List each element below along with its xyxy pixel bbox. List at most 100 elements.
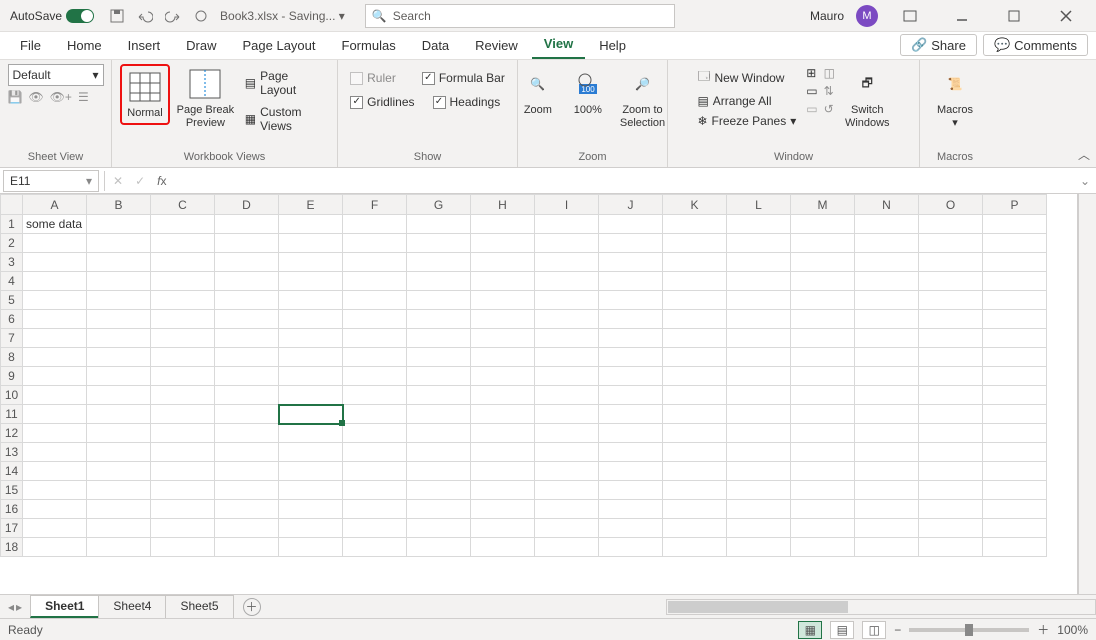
cell-G16[interactable]	[407, 500, 471, 519]
cell-E14[interactable]	[279, 462, 343, 481]
cell-M4[interactable]	[791, 272, 855, 291]
cell-E17[interactable]	[279, 519, 343, 538]
cell-C8[interactable]	[151, 348, 215, 367]
cell-O11[interactable]	[919, 405, 983, 424]
cell-N4[interactable]	[855, 272, 919, 291]
cell-P6[interactable]	[983, 310, 1047, 329]
cell-grid[interactable]: ABCDEFGHIJKLMNOP1some data23456789101112…	[0, 194, 1047, 557]
cell-O1[interactable]	[919, 215, 983, 234]
cell-A9[interactable]	[23, 367, 87, 386]
sheet-tab-sheet1[interactable]: Sheet1	[30, 595, 99, 618]
cell-C6[interactable]	[151, 310, 215, 329]
row-header-11[interactable]: 11	[1, 405, 23, 424]
comments-button[interactable]: 💬 Comments	[983, 34, 1088, 56]
sheet-tab-sheet4[interactable]: Sheet4	[98, 595, 166, 618]
cell-L15[interactable]	[727, 481, 791, 500]
cell-N11[interactable]	[855, 405, 919, 424]
cell-A10[interactable]	[23, 386, 87, 405]
col-header-D[interactable]: D	[215, 195, 279, 215]
cell-K7[interactable]	[663, 329, 727, 348]
row-header-7[interactable]: 7	[1, 329, 23, 348]
sheetview-dropdown[interactable]: Default▾	[8, 64, 104, 86]
cell-K17[interactable]	[663, 519, 727, 538]
cell-D6[interactable]	[215, 310, 279, 329]
row-header-10[interactable]: 10	[1, 386, 23, 405]
cell-E8[interactable]	[279, 348, 343, 367]
cell-L3[interactable]	[727, 253, 791, 272]
cell-L6[interactable]	[727, 310, 791, 329]
cell-L11[interactable]	[727, 405, 791, 424]
cell-P13[interactable]	[983, 443, 1047, 462]
cell-G5[interactable]	[407, 291, 471, 310]
cell-P7[interactable]	[983, 329, 1047, 348]
view-side-icon[interactable]: ◫	[824, 66, 835, 80]
cell-E11[interactable]	[279, 405, 343, 424]
cell-J11[interactable]	[599, 405, 663, 424]
cell-O3[interactable]	[919, 253, 983, 272]
col-header-L[interactable]: L	[727, 195, 791, 215]
cell-I15[interactable]	[535, 481, 599, 500]
enter-icon[interactable]: ✓	[129, 174, 151, 188]
cell-J4[interactable]	[599, 272, 663, 291]
cell-N6[interactable]	[855, 310, 919, 329]
row-header-8[interactable]: 8	[1, 348, 23, 367]
share-button[interactable]: 🔗 Share	[900, 34, 977, 56]
cell-I8[interactable]	[535, 348, 599, 367]
cell-L12[interactable]	[727, 424, 791, 443]
sheet-tab-sheet5[interactable]: Sheet5	[165, 595, 233, 618]
col-header-M[interactable]: M	[791, 195, 855, 215]
cell-M12[interactable]	[791, 424, 855, 443]
cell-A18[interactable]	[23, 538, 87, 557]
cell-H6[interactable]	[471, 310, 535, 329]
cell-P16[interactable]	[983, 500, 1047, 519]
cell-E4[interactable]	[279, 272, 343, 291]
expand-formula-icon[interactable]: ⌄	[1074, 174, 1096, 188]
filename-label[interactable]: Book3.xlsx - Saving... ▾	[220, 9, 345, 23]
cell-O7[interactable]	[919, 329, 983, 348]
cell-O4[interactable]	[919, 272, 983, 291]
cell-G3[interactable]	[407, 253, 471, 272]
cell-B12[interactable]	[87, 424, 151, 443]
cell-F6[interactable]	[343, 310, 407, 329]
cell-L18[interactable]	[727, 538, 791, 557]
cell-C3[interactable]	[151, 253, 215, 272]
macros-button[interactable]: 📜Macros▾	[933, 64, 977, 132]
cell-D11[interactable]	[215, 405, 279, 424]
cell-I5[interactable]	[535, 291, 599, 310]
formula-input[interactable]	[172, 170, 1073, 192]
cell-G6[interactable]	[407, 310, 471, 329]
cell-M5[interactable]	[791, 291, 855, 310]
cell-B16[interactable]	[87, 500, 151, 519]
cell-F8[interactable]	[343, 348, 407, 367]
cell-G13[interactable]	[407, 443, 471, 462]
cell-C18[interactable]	[151, 538, 215, 557]
options-icon[interactable]: ☰	[78, 90, 89, 104]
cell-F12[interactable]	[343, 424, 407, 443]
cell-D14[interactable]	[215, 462, 279, 481]
cell-L1[interactable]	[727, 215, 791, 234]
cell-O6[interactable]	[919, 310, 983, 329]
cell-B2[interactable]	[87, 234, 151, 253]
cell-D18[interactable]	[215, 538, 279, 557]
cell-D2[interactable]	[215, 234, 279, 253]
cell-D4[interactable]	[215, 272, 279, 291]
cell-H7[interactable]	[471, 329, 535, 348]
tab-review[interactable]: Review	[463, 34, 530, 59]
tab-insert[interactable]: Insert	[116, 34, 173, 59]
cell-J10[interactable]	[599, 386, 663, 405]
cell-O9[interactable]	[919, 367, 983, 386]
cell-M6[interactable]	[791, 310, 855, 329]
undo-icon[interactable]	[134, 5, 156, 27]
cell-F13[interactable]	[343, 443, 407, 462]
cell-I2[interactable]	[535, 234, 599, 253]
cell-P11[interactable]	[983, 405, 1047, 424]
cell-B8[interactable]	[87, 348, 151, 367]
cell-B15[interactable]	[87, 481, 151, 500]
cell-P5[interactable]	[983, 291, 1047, 310]
cell-I9[interactable]	[535, 367, 599, 386]
add-sheet-button[interactable]: ＋	[243, 598, 261, 616]
new-window-button[interactable]: 🗔New Window	[693, 66, 800, 89]
cell-M11[interactable]	[791, 405, 855, 424]
cell-A1[interactable]: some data	[23, 215, 87, 234]
cell-A11[interactable]	[23, 405, 87, 424]
